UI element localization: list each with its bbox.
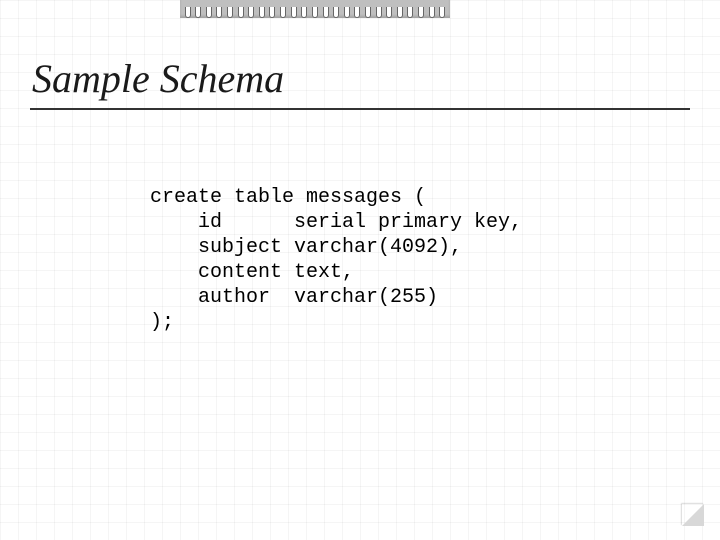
title-underline — [30, 108, 690, 110]
code-line: create table messages ( — [150, 186, 426, 209]
code-line: author varchar(255) — [150, 286, 438, 309]
code-line: subject varchar(4092), — [150, 236, 462, 259]
slide-title: Sample Schema — [32, 55, 284, 102]
code-block: create table messages ( id serial primar… — [150, 185, 522, 335]
code-line: ); — [150, 311, 174, 334]
code-line: id serial primary key, — [150, 211, 522, 234]
page-curl-icon — [682, 504, 704, 526]
notebook-band — [180, 0, 450, 18]
code-line: content text, — [150, 261, 354, 284]
